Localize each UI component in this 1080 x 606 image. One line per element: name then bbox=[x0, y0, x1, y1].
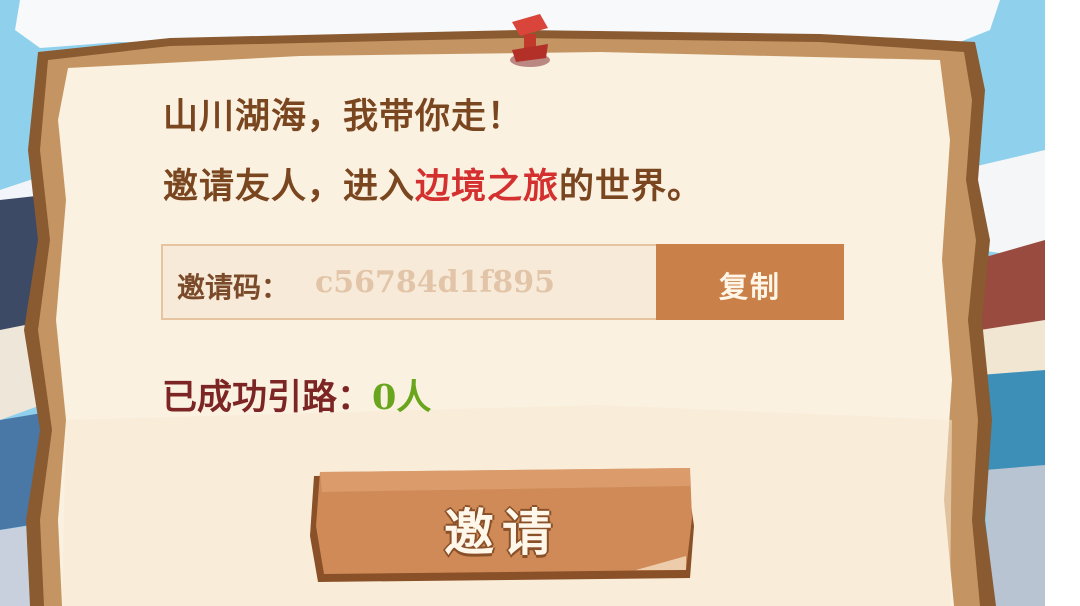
guided-count: 0 bbox=[372, 377, 397, 418]
rock-right-bottom bbox=[985, 465, 1045, 606]
invite-code-value: c56784d1f895 bbox=[315, 265, 556, 300]
guided-unit: 人 bbox=[396, 377, 432, 418]
invite-button-label: 邀请 bbox=[444, 503, 560, 562]
invite-button[interactable]: 邀请 bbox=[306, 466, 698, 582]
game-name-highlight: 边境之旅 bbox=[415, 166, 560, 207]
guided-count-row: 已成功引路：0人 bbox=[162, 369, 431, 420]
invite-code-label: 邀请码： bbox=[177, 271, 290, 304]
intro-line-2-suffix: 的世界。 bbox=[559, 166, 704, 207]
intro-line-2-prefix: 邀请友人，进入 bbox=[163, 166, 416, 207]
guided-label: 已成功引路： bbox=[162, 377, 373, 418]
invite-code-box: 邀请码： c56784d1f895 bbox=[161, 244, 656, 320]
copy-button[interactable]: 复制 bbox=[656, 244, 844, 320]
invite-panel-scene: 山川湖海，我带你走！ 邀请友人，进入边境之旅的世界。 邀请码： c56784d1… bbox=[0, 0, 1045, 606]
copy-button-label: 复制 bbox=[718, 270, 781, 304]
intro-line-1: 山川湖海，我带你走！ bbox=[163, 96, 524, 137]
intro-line-2: 邀请友人，进入边境之旅的世界。 bbox=[163, 158, 703, 209]
